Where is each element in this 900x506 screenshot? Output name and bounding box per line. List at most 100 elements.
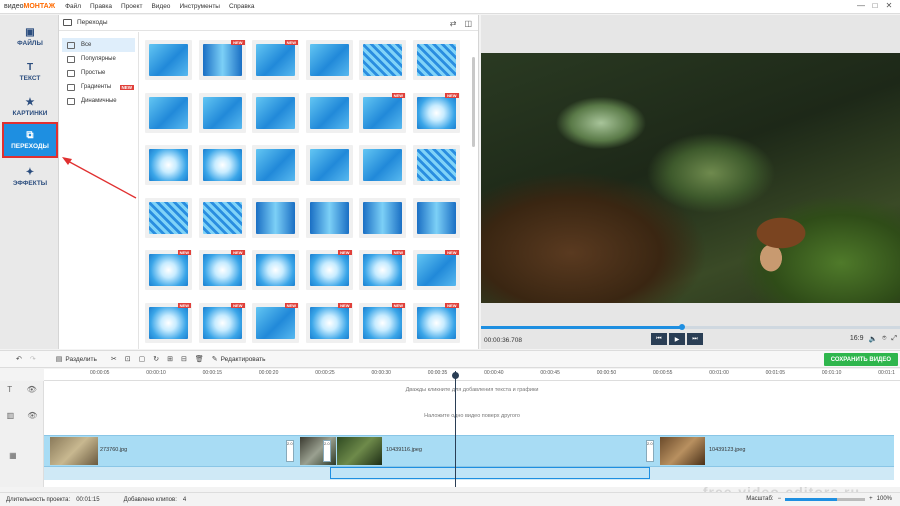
- camera-icon[interactable]: ⌾: [882, 335, 886, 343]
- menu-item-tools[interactable]: Инструменты: [179, 3, 220, 10]
- nav-pictures[interactable]: ★ КАРТИНКИ: [4, 91, 56, 123]
- transition-marker[interactable]: 2.0: [323, 440, 331, 462]
- menu-item-edit[interactable]: Правка: [90, 3, 112, 10]
- transition-tile[interactable]: NEW: [359, 302, 406, 343]
- transition-tile[interactable]: [145, 145, 192, 185]
- transition-tile[interactable]: [145, 197, 192, 238]
- category-dynamic[interactable]: Динамичные: [59, 94, 138, 108]
- speed-icon[interactable]: ⊞: [167, 355, 173, 363]
- progress-knob[interactable]: [679, 324, 686, 330]
- minimize-button[interactable]: —: [854, 1, 868, 10]
- zoom-slider[interactable]: [785, 497, 866, 501]
- category-simple[interactable]: Простые: [59, 66, 138, 80]
- transition-tile[interactable]: [412, 145, 460, 185]
- play-icon[interactable]: ▶: [669, 333, 685, 345]
- transition-tile[interactable]: NEW: [412, 250, 460, 290]
- clip-thumbnail[interactable]: [660, 437, 705, 465]
- transition-tile[interactable]: NEW: [198, 302, 246, 343]
- delete-icon[interactable]: 🗑: [195, 355, 204, 363]
- preview-progress[interactable]: [481, 324, 900, 330]
- aspect-ratio-select[interactable]: 16:9: [850, 335, 864, 343]
- transition-thumbnail: [256, 201, 295, 234]
- cut-icon[interactable]: ✂: [111, 355, 117, 363]
- nav-text[interactable]: T ТЕКСТ: [4, 56, 56, 88]
- save-video-button[interactable]: СОХРАНИТЬ ВИДЕО: [823, 353, 898, 366]
- transition-tile[interactable]: [305, 197, 353, 238]
- next-icon[interactable]: ⏭: [687, 333, 703, 345]
- transition-tile[interactable]: NEW: [198, 250, 246, 290]
- transition-tile[interactable]: NEW: [145, 250, 192, 290]
- transition-tile[interactable]: [359, 197, 406, 238]
- transition-tile[interactable]: NEW: [359, 92, 406, 133]
- overlay-track-hint[interactable]: Наложите одно видео поверх другого: [44, 413, 900, 419]
- undo-icon[interactable]: ↶: [16, 355, 22, 363]
- transition-thumbnail: [363, 44, 402, 76]
- text-track-hint[interactable]: Дважды кликните для добавления текста и …: [44, 387, 900, 393]
- prev-icon[interactable]: ⏮: [651, 333, 667, 345]
- nav-effects[interactable]: ✦ ЭФФЕКТЫ: [4, 161, 56, 193]
- category-popular[interactable]: Популярные: [59, 52, 138, 66]
- close-button[interactable]: ✕: [882, 1, 896, 10]
- transition-tile[interactable]: [359, 40, 406, 80]
- transition-marker[interactable]: 2.0: [646, 440, 654, 462]
- transition-tile[interactable]: [359, 145, 406, 185]
- transition-tile[interactable]: [198, 92, 246, 133]
- transition-tile[interactable]: NEW: [412, 302, 460, 343]
- transition-tile[interactable]: [198, 197, 246, 238]
- transition-tile[interactable]: NEW: [305, 302, 353, 343]
- transform-icon[interactable]: ⊟: [181, 355, 187, 363]
- transition-tile[interactable]: NEW: [252, 40, 299, 80]
- playhead-handle[interactable]: [452, 372, 459, 379]
- maximize-button[interactable]: □: [868, 1, 882, 10]
- transition-tile[interactable]: NEW: [198, 40, 246, 80]
- transition-tile[interactable]: NEW: [305, 250, 353, 290]
- selected-audio-region[interactable]: [330, 467, 650, 479]
- fullscreen-icon[interactable]: ⤢: [891, 335, 897, 343]
- toggle-icon[interactable]: ◫: [464, 19, 472, 28]
- menu-item-project[interactable]: Проект: [121, 3, 142, 10]
- transition-tile[interactable]: [252, 250, 299, 290]
- crop-icon[interactable]: ⊡: [125, 355, 131, 363]
- volume-icon[interactable]: 🔈: [868, 335, 877, 343]
- zoom-out-icon[interactable]: −: [778, 496, 782, 502]
- transition-tile[interactable]: [252, 92, 299, 133]
- transition-tile[interactable]: [412, 40, 460, 80]
- panel-scrollbar[interactable]: [472, 57, 475, 147]
- zoom-in-icon[interactable]: +: [869, 496, 873, 502]
- clip-thumbnail[interactable]: [50, 437, 98, 465]
- nav-transitions[interactable]: ⧉ ПЕРЕХОДЫ: [2, 122, 58, 158]
- edit-button[interactable]: ✎ Редактировать: [212, 355, 266, 364]
- transition-tile[interactable]: [145, 92, 192, 133]
- transition-tile[interactable]: [412, 197, 460, 238]
- transition-tile[interactable]: [305, 40, 353, 80]
- video-track[interactable]: [44, 435, 894, 467]
- transition-tile[interactable]: NEW: [359, 250, 406, 290]
- redo-icon[interactable]: ↷: [30, 355, 36, 363]
- transition-tile[interactable]: [145, 40, 192, 80]
- transition-tile[interactable]: [305, 145, 353, 185]
- transition-marker[interactable]: 2.0: [286, 440, 294, 462]
- transition-tile[interactable]: [198, 145, 246, 185]
- transition-tile[interactable]: NEW: [145, 302, 192, 343]
- eye-icon[interactable]: 👁: [27, 411, 37, 420]
- rect-icon[interactable]: ▢: [139, 355, 146, 363]
- transition-tile[interactable]: [305, 92, 353, 133]
- split-button[interactable]: ▤ Разделить: [56, 355, 97, 364]
- category-all[interactable]: Все: [62, 38, 135, 52]
- menu-item-video[interactable]: Видео: [151, 3, 170, 10]
- playhead[interactable]: [455, 371, 456, 487]
- category-gradients[interactable]: Градиенты NEW: [59, 80, 138, 94]
- timeline-ruler[interactable]: 00:00:05 00:00:10 00:00:15 00:00:20 00:00:25…: [44, 369, 900, 381]
- transition-tile[interactable]: NEW: [252, 302, 299, 343]
- transition-tile[interactable]: [252, 197, 299, 238]
- transition-tile[interactable]: [252, 145, 299, 185]
- nav-files[interactable]: ▣ ФАЙЛЫ: [4, 21, 56, 53]
- menu-item-help[interactable]: Справка: [229, 3, 255, 10]
- transition-tile[interactable]: NEW: [412, 92, 460, 133]
- rotate-icon[interactable]: ↻: [153, 355, 159, 363]
- clip-thumbnail[interactable]: [337, 437, 382, 465]
- menu-item-file[interactable]: Файл: [65, 3, 81, 10]
- eye-icon[interactable]: 👁: [27, 385, 37, 394]
- shuffle-icon[interactable]: ⇄: [450, 19, 457, 28]
- transition-thumbnail: [416, 44, 456, 76]
